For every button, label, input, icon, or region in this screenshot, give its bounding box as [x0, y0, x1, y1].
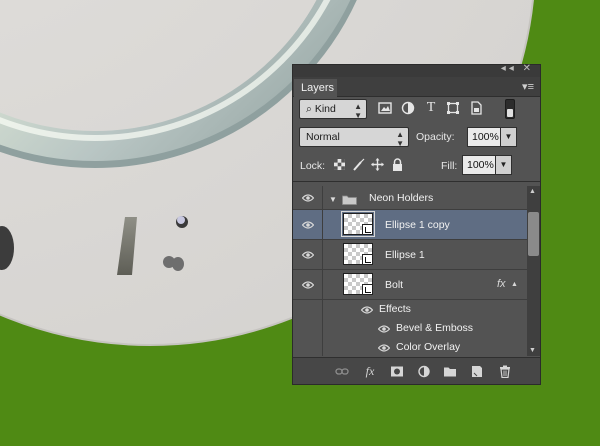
- effect-name: Bevel & Emboss: [396, 322, 474, 334]
- shape-filter-icon[interactable]: [446, 101, 460, 115]
- close-icon[interactable]: ✕: [523, 63, 534, 74]
- layer-thumbnail: [343, 273, 373, 295]
- panel-controls: ◂◂ ✕: [501, 63, 534, 74]
- image-filter-icon[interactable]: [378, 101, 392, 115]
- search-icon: ⌕: [306, 103, 312, 115]
- smart-object-badge-icon: [362, 224, 373, 235]
- trash-icon[interactable]: [498, 365, 512, 379]
- layers-footer: fx: [293, 357, 540, 384]
- fx-icon[interactable]: fx: [497, 278, 506, 290]
- eye-icon[interactable]: [302, 281, 314, 289]
- layer-group-neon-holders[interactable]: ▼ Neon Holders: [293, 186, 527, 210]
- filter-kind-select[interactable]: ⌕ Kind ▲ ▼: [299, 99, 367, 120]
- type-filter-icon[interactable]: T: [424, 101, 438, 115]
- expand-triangle-icon[interactable]: ▼: [329, 195, 337, 204]
- link-layers-icon[interactable]: [335, 365, 349, 378]
- opacity-label: Opacity:: [416, 131, 455, 143]
- visibility-cell: [293, 300, 323, 319]
- eye-icon[interactable]: [378, 325, 390, 333]
- effect-color-overlay[interactable]: Color Overlay: [293, 338, 527, 356]
- new-group-icon[interactable]: [443, 365, 457, 378]
- visibility-cell: [293, 338, 323, 356]
- add-mask-icon[interactable]: [390, 365, 404, 378]
- updown-arrow-icon: ▲ ▼: [396, 130, 404, 148]
- panel-tab-row: Layers ▾≡: [293, 77, 540, 98]
- folder-icon: [342, 195, 357, 205]
- lock-label: Lock:: [300, 160, 326, 172]
- fill-label: Fill:: [441, 160, 458, 172]
- panel-menu-icon[interactable]: ▾≡: [522, 80, 534, 93]
- eye-icon[interactable]: [302, 251, 314, 259]
- blend-mode-select[interactable]: Normal ▲ ▼: [299, 127, 409, 148]
- visibility-cell: [293, 319, 323, 338]
- lock-image-pixels-icon[interactable]: [352, 158, 365, 171]
- updown-arrow-icon: ▲ ▼: [354, 102, 362, 120]
- fill-field[interactable]: 100%: [462, 155, 496, 175]
- eye-icon[interactable]: [302, 221, 314, 229]
- visibility-cell: [293, 186, 323, 209]
- filter-toggle-switch[interactable]: [505, 99, 515, 119]
- eye-icon[interactable]: [302, 194, 314, 202]
- layer-bolt[interactable]: Bolt fx ▲: [293, 270, 527, 300]
- effect-name: Color Overlay: [396, 341, 461, 353]
- visibility-cell: [293, 210, 323, 239]
- filter-row: ⌕ Kind ▲ ▼ T: [298, 99, 536, 121]
- adjustment-layer-icon[interactable]: [417, 365, 431, 378]
- filter-kind-label: Kind: [314, 103, 336, 115]
- fill-dropdown-icon[interactable]: ▼: [496, 155, 512, 175]
- eye-icon[interactable]: [361, 306, 373, 314]
- scroll-down-icon[interactable]: ▼: [529, 347, 536, 354]
- scroll-up-icon[interactable]: ▲: [529, 188, 536, 195]
- layer-thumbnail: [341, 211, 375, 237]
- scrollbar-thumb[interactable]: [528, 212, 539, 256]
- layer-name: Bolt: [385, 279, 404, 291]
- layers-list: ▼ Neon Holders Ellipse 1 copy Ellipse 1: [293, 186, 527, 356]
- effect-bevel-emboss[interactable]: Bevel & Emboss: [293, 319, 527, 338]
- visibility-cell: [293, 270, 323, 299]
- blend-row: Normal ▲ ▼ Opacity: 100% ▼: [298, 127, 536, 149]
- new-layer-icon[interactable]: [470, 365, 484, 378]
- lock-all-icon[interactable]: [391, 158, 404, 171]
- eye-icon[interactable]: [378, 344, 390, 352]
- smart-object-badge-icon: [362, 284, 373, 295]
- lock-transparent-pixels-icon[interactable]: [333, 158, 346, 171]
- adjustment-filter-icon[interactable]: [401, 101, 415, 115]
- lock-position-icon[interactable]: [371, 158, 384, 171]
- effects-row[interactable]: Effects: [293, 300, 527, 319]
- layer-thumbnail: [343, 243, 373, 265]
- smart-object-badge-icon: [362, 254, 373, 265]
- opacity-dropdown-icon[interactable]: ▼: [501, 127, 517, 147]
- smart-object-filter-icon[interactable]: [469, 101, 483, 115]
- blend-mode-value: Normal: [306, 131, 340, 143]
- divider: [293, 181, 540, 182]
- effects-collapse-icon[interactable]: ▲: [511, 281, 518, 288]
- layer-name: Ellipse 1: [385, 249, 425, 261]
- layer-name: Ellipse 1 copy: [385, 219, 450, 231]
- visibility-cell: [293, 240, 323, 269]
- opacity-field[interactable]: 100%: [467, 127, 501, 147]
- panel-titlebar[interactable]: ◂◂ ✕: [293, 63, 540, 77]
- layer-ellipse-1[interactable]: Ellipse 1: [293, 240, 527, 270]
- collapse-icon[interactable]: ◂◂: [501, 63, 517, 74]
- layers-panel: ◂◂ ✕ Layers ▾≡ ⌕ Kind ▲ ▼ T Normal ▲ ▼ O…: [292, 63, 541, 385]
- layers-scrollbar[interactable]: ▲ ▼: [527, 186, 540, 356]
- effects-label: Effects: [379, 303, 411, 315]
- layer-ellipse-1-copy[interactable]: Ellipse 1 copy: [293, 210, 527, 240]
- tab-layers[interactable]: Layers: [294, 79, 337, 98]
- layer-name: Neon Holders: [369, 192, 434, 204]
- fx-icon[interactable]: fx: [363, 365, 377, 378]
- lock-row: Lock: Fill: 100% ▼: [298, 155, 536, 177]
